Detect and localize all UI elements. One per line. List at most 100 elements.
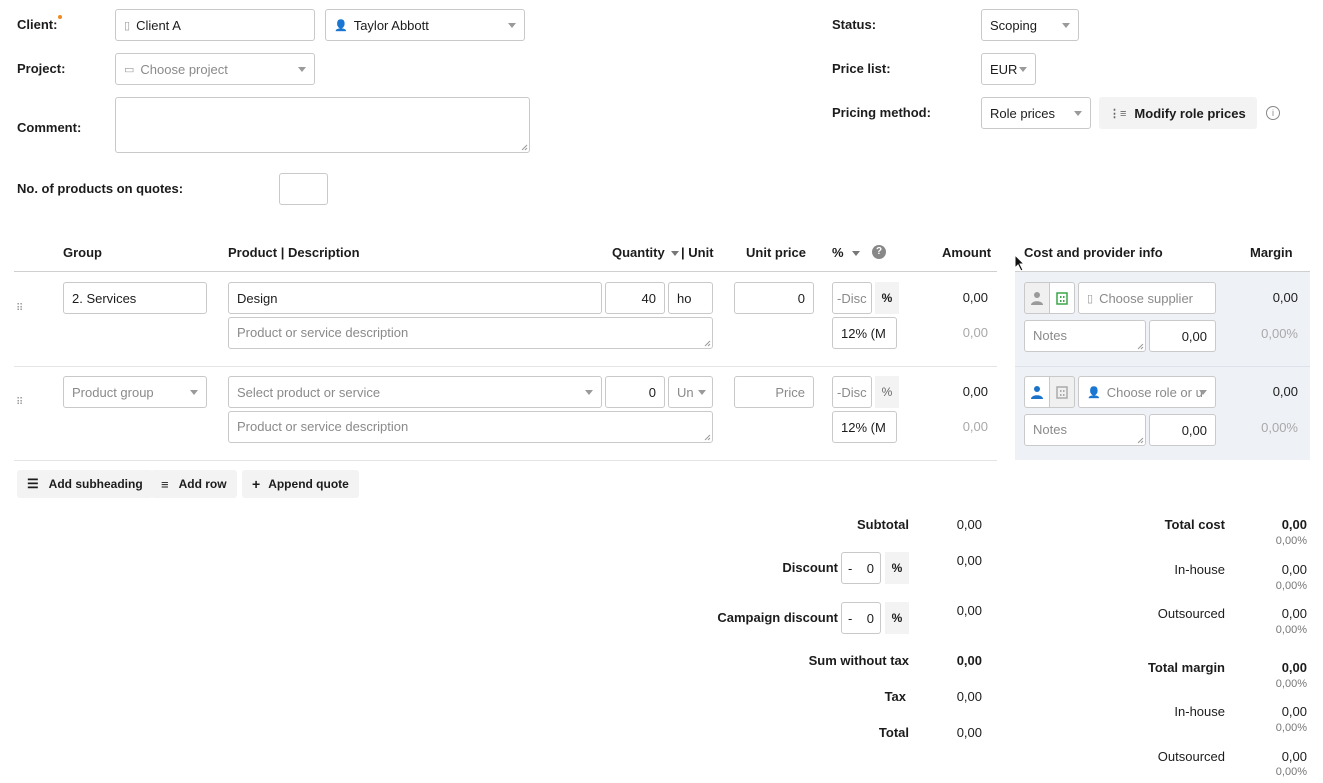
hierarchy-icon: ⋮≡ (1109, 107, 1127, 120)
row2-product-select[interactable]: Select product or service (228, 376, 602, 408)
modify-role-prices-button[interactable]: ⋮≡ Modify role prices (1099, 97, 1257, 129)
row1-cost-value: 0,00 (1181, 328, 1207, 344)
row1-group-value: 2. Services (72, 290, 137, 306)
row1-amount: 0,00 (962, 290, 988, 305)
modify-role-prices-label: Modify role prices (1134, 105, 1246, 121)
campaign-sign: - (848, 610, 853, 626)
total-label: Total (878, 725, 909, 740)
subtotal-value: 0,00 (956, 517, 982, 532)
info-icon[interactable]: i (1266, 106, 1280, 120)
add-subheading-button[interactable]: ☰ Add subheading (17, 470, 153, 498)
row1-unit-input[interactable]: ho (668, 282, 713, 314)
resize-grip-icon (1137, 343, 1144, 350)
status-label: Status: (832, 17, 877, 32)
outsourced-pct: 0,00% (1275, 624, 1307, 636)
campaign-percent-toggle[interactable]: % (885, 602, 909, 634)
row1-supplier-toggle[interactable] (1049, 282, 1075, 314)
margin-outsourced-label: Outsourced (1157, 749, 1225, 764)
row2-description-textarea[interactable]: Product or service description (228, 411, 713, 443)
margin-outsourced-value: 0,00 (1281, 749, 1307, 764)
client-select[interactable]: ▯ Client A (115, 9, 315, 41)
discount-label: Discount (782, 560, 838, 575)
row1-margin: 0,00 (1272, 290, 1298, 305)
col-margin: Margin (1250, 245, 1293, 260)
status-value: Scoping (990, 17, 1037, 33)
row1-percent-toggle[interactable]: % (875, 282, 899, 314)
comment-textarea[interactable] (115, 97, 530, 153)
row2-unit-select[interactable]: Un (668, 376, 713, 408)
person-icon (1031, 292, 1043, 305)
row1-description-placeholder: Product or service description (237, 325, 409, 340)
resize-grip-icon (1137, 437, 1144, 444)
row1-description-textarea[interactable]: Product or service description (228, 317, 713, 349)
row2-description-placeholder: Product or service description (237, 419, 409, 434)
chevron-down-icon (585, 390, 593, 395)
chevron-down-icon (190, 390, 198, 395)
subheading-icon: ☰ (27, 476, 39, 491)
col-unit: | Unit (681, 245, 714, 260)
tax-value: 0,00 (956, 689, 982, 704)
margin-inhouse-pct: 0,00% (1275, 722, 1307, 734)
col-percent-label: % (832, 245, 844, 260)
row2-tax-select[interactable]: 12% (M (832, 411, 897, 443)
col-percent[interactable]: % (832, 245, 860, 260)
price-list-select[interactable]: EUR (981, 53, 1036, 85)
row2-supplier-toggle[interactable] (1049, 376, 1075, 408)
append-quote-button[interactable]: + Append quote (242, 470, 359, 498)
campaign-discount-input[interactable]: -0 (841, 602, 881, 634)
row1-notes-textarea[interactable]: Notes (1024, 320, 1146, 352)
help-icon[interactable]: ? (872, 245, 886, 259)
row2-discount-input[interactable]: -Disc (832, 376, 872, 408)
row2-price-placeholder: Price (775, 384, 805, 400)
row2-price-input[interactable]: Price (734, 376, 814, 408)
add-row-button[interactable]: ≡ Add row (151, 470, 237, 498)
row2-cost-input[interactable]: 0,00 (1149, 414, 1216, 446)
required-dot (58, 15, 63, 19)
row1-product-input[interactable]: Design (228, 282, 602, 314)
row2-role-placeholder: Choose role or u (1106, 384, 1203, 400)
discount-percent-toggle[interactable]: % (885, 552, 909, 584)
chevron-down-icon (1019, 67, 1027, 72)
project-select[interactable]: ▭ Choose project (115, 53, 315, 85)
row2-notes-textarea[interactable]: Notes (1024, 414, 1146, 446)
row1-discount-input[interactable]: -Disc (832, 282, 872, 314)
person-icon: 👤 (334, 19, 348, 32)
col-quantity-label: Quantity (612, 245, 665, 260)
header-divider (14, 271, 997, 272)
pricing-method-select[interactable]: Role prices (981, 97, 1091, 129)
drag-handle-icon[interactable]: ⠿ (16, 303, 23, 314)
contact-select[interactable]: 👤 Taylor Abbott (325, 9, 525, 41)
col-unit-price: Unit price (746, 245, 806, 260)
status-select[interactable]: Scoping (981, 9, 1079, 41)
row1-group-input[interactable]: 2. Services (63, 282, 207, 314)
pricing-method-label: Pricing method: (832, 105, 931, 120)
discount-input[interactable]: -0 (841, 552, 881, 584)
total-cost-value: 0,00 (1281, 517, 1307, 532)
chevron-down-icon (698, 390, 706, 395)
client-value: Client A (136, 17, 181, 33)
row2-inhouse-toggle[interactable] (1024, 376, 1050, 408)
row1-tax-select[interactable]: 12% (M (832, 317, 897, 349)
row1-margin-pct: 0,00% (1261, 326, 1298, 341)
row2-group-select[interactable]: Product group (63, 376, 207, 408)
row1-supplier-select[interactable]: ▯ Choose supplier (1078, 282, 1216, 314)
building-icon (1056, 292, 1068, 305)
row1-quantity-input[interactable]: 40 (605, 282, 665, 314)
client-label: Client: (17, 15, 63, 32)
total-value: 0,00 (956, 725, 982, 740)
inhouse-pct: 0,00% (1275, 580, 1307, 592)
row2-quantity-input[interactable]: 0 (605, 376, 665, 408)
discount-sign: - (848, 560, 853, 576)
inhouse-value: 0,00 (1281, 562, 1307, 577)
row2-role-select[interactable]: 👤 Choose role or u (1078, 376, 1216, 408)
row1-inhouse-toggle[interactable] (1024, 282, 1050, 314)
products-count-input[interactable] (279, 173, 328, 205)
row1-amount-sub: 0,00 (962, 325, 988, 340)
row1-cost-input[interactable]: 0,00 (1149, 320, 1216, 352)
drag-handle-icon[interactable]: ⠿ (16, 397, 23, 408)
row1-unit-price-input[interactable]: 0 (734, 282, 814, 314)
col-quantity[interactable]: Quantity (612, 245, 679, 260)
row2-percent-toggle[interactable]: % (875, 376, 899, 408)
col-group: Group (63, 245, 102, 260)
building-icon: ▯ (1087, 292, 1094, 305)
